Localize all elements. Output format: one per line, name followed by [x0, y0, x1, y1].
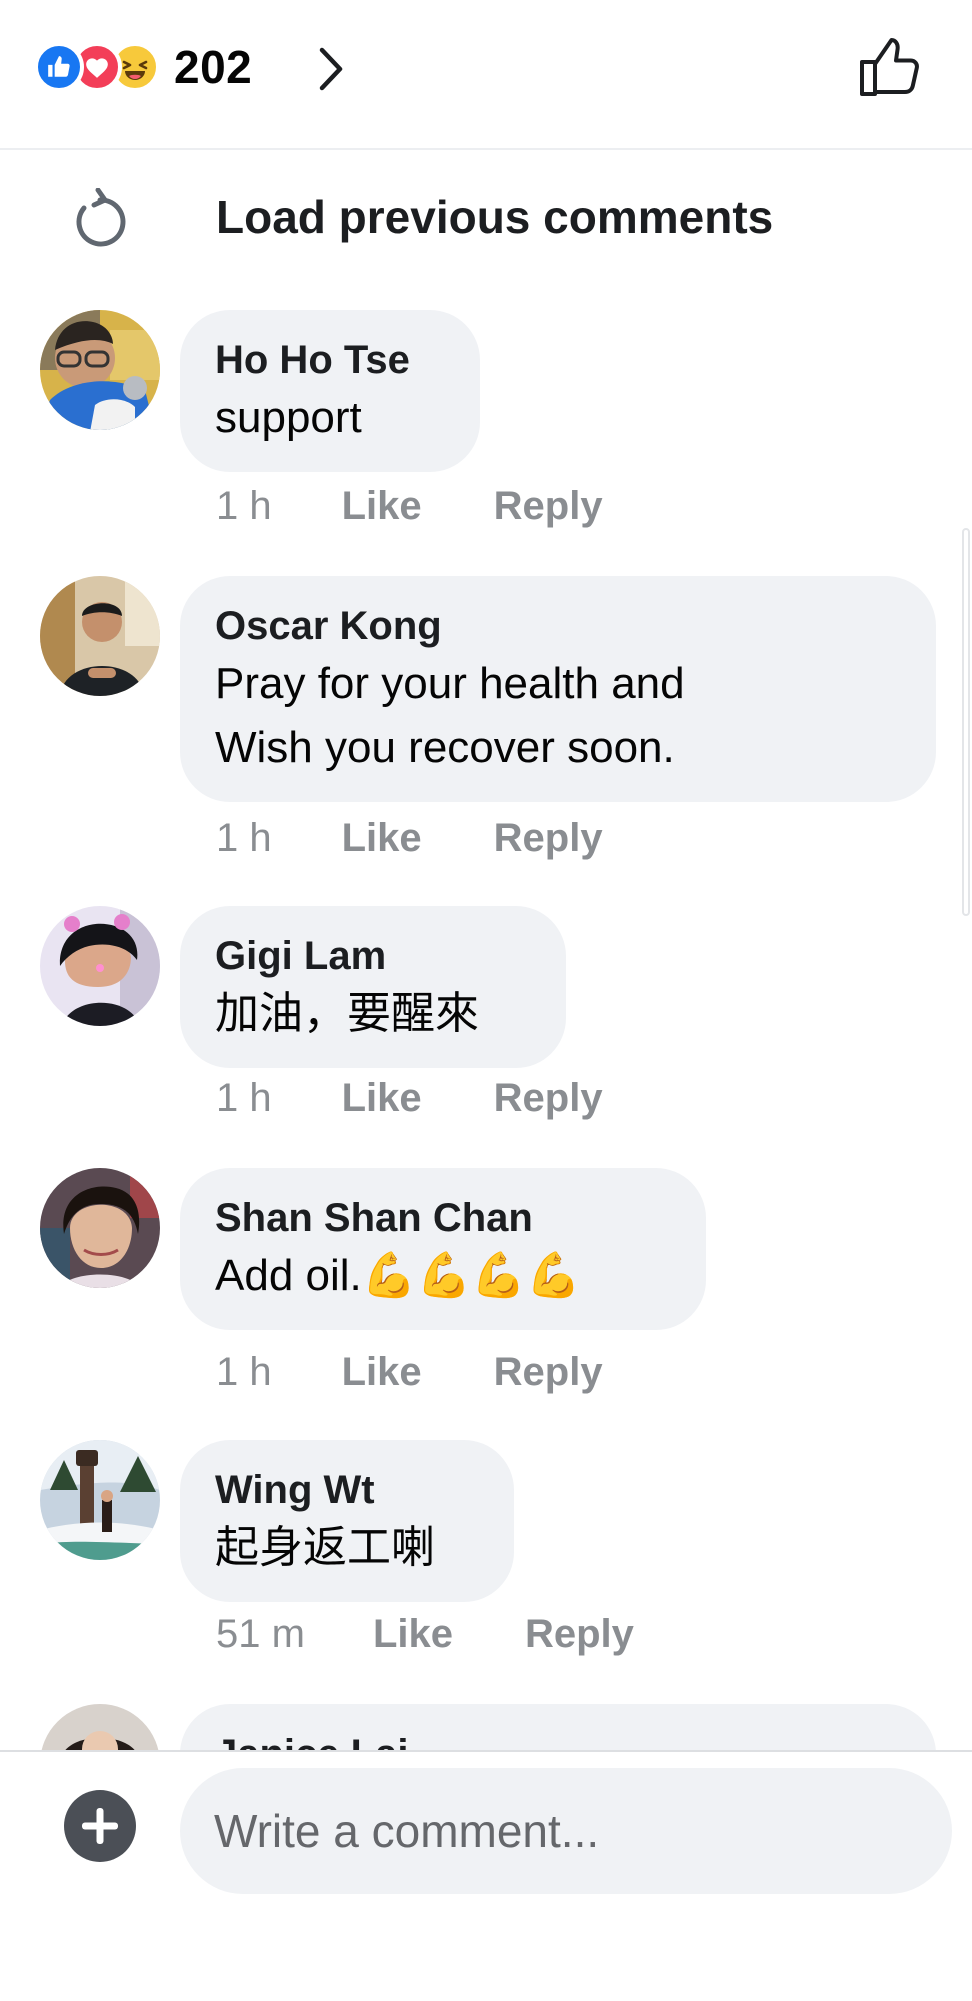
- comment-text: support: [215, 393, 362, 442]
- refresh-icon: [76, 188, 126, 247]
- comment-bubble[interactable]: Gigi Lam 加油，要醒來: [180, 906, 566, 1068]
- comment-bubble[interactable]: Janice Lai: [180, 1704, 936, 1750]
- comment-bubble[interactable]: Wing Wt 起身返工喇: [180, 1440, 514, 1602]
- scrollbar[interactable]: [962, 528, 970, 916]
- comment-time[interactable]: 1 h: [216, 816, 272, 861]
- avatar[interactable]: [40, 576, 160, 696]
- reply-link[interactable]: Reply: [494, 1350, 603, 1395]
- chevron-right-icon[interactable]: [316, 46, 346, 92]
- reaction-count: 202: [174, 41, 253, 93]
- comment-actions: 1 h Like Reply: [216, 816, 603, 861]
- reactions-summary[interactable]: 202: [34, 40, 252, 94]
- comment-time[interactable]: 1 h: [216, 484, 272, 529]
- comment-input[interactable]: [180, 1768, 952, 1894]
- reply-link[interactable]: Reply: [494, 816, 603, 861]
- comment-text: 起身返工喇: [215, 1523, 435, 1572]
- comment-text: Add oil.💪💪💪💪: [215, 1251, 581, 1300]
- comment-text: 加油，要醒來: [215, 989, 479, 1038]
- comment-time[interactable]: 51 m: [216, 1612, 305, 1657]
- comment-actions: 51 m Like Reply: [216, 1612, 634, 1657]
- comment-actions: 1 h Like Reply: [216, 484, 603, 529]
- comment-item: Janice Lai: [0, 1704, 972, 1750]
- avatar[interactable]: [40, 310, 160, 430]
- comment-bubble[interactable]: Shan Shan Chan Add oil.💪💪💪💪: [180, 1168, 706, 1330]
- like-link[interactable]: Like: [342, 816, 422, 861]
- commenter-name[interactable]: Shan Shan Chan: [215, 1192, 672, 1244]
- like-link[interactable]: Like: [373, 1612, 453, 1657]
- comment-bubble[interactable]: Oscar Kong Pray for your health and Wish…: [180, 576, 936, 802]
- load-previous-label: Load previous comments: [216, 191, 774, 243]
- comment-composer: [0, 1750, 972, 2001]
- like-link[interactable]: Like: [342, 1076, 422, 1121]
- reply-link[interactable]: Reply: [494, 1076, 603, 1121]
- avatar[interactable]: [40, 1440, 160, 1560]
- load-previous-comments[interactable]: Load previous comments: [0, 170, 972, 270]
- comment-time[interactable]: 1 h: [216, 1076, 272, 1121]
- like-button[interactable]: [858, 36, 922, 98]
- avatar[interactable]: [40, 1704, 160, 1750]
- comment-bubble[interactable]: Ho Ho Tse support: [180, 310, 480, 472]
- comment-actions: 1 h Like Reply: [216, 1076, 603, 1121]
- commenter-name[interactable]: Gigi Lam: [215, 930, 532, 982]
- reply-link[interactable]: Reply: [494, 484, 603, 529]
- commenter-name[interactable]: Janice Lai: [215, 1728, 902, 1750]
- like-link[interactable]: Like: [342, 1350, 422, 1395]
- comment-text: Wish you recover soon.: [215, 723, 675, 772]
- add-attachment-icon[interactable]: [64, 1790, 136, 1862]
- like-icon: [34, 42, 84, 92]
- like-link[interactable]: Like: [342, 484, 422, 529]
- commenter-name[interactable]: Ho Ho Tse: [215, 334, 446, 386]
- commenter-name[interactable]: Wing Wt: [215, 1464, 480, 1516]
- comment-text: Pray for your health and: [215, 659, 685, 708]
- reply-link[interactable]: Reply: [525, 1612, 634, 1657]
- commenter-name[interactable]: Oscar Kong: [215, 600, 902, 652]
- comment-actions: 1 h Like Reply: [216, 1350, 603, 1395]
- avatar[interactable]: [40, 1168, 160, 1288]
- reaction-header: 202: [0, 0, 972, 150]
- avatar[interactable]: [40, 906, 160, 1026]
- comment-time[interactable]: 1 h: [216, 1350, 272, 1395]
